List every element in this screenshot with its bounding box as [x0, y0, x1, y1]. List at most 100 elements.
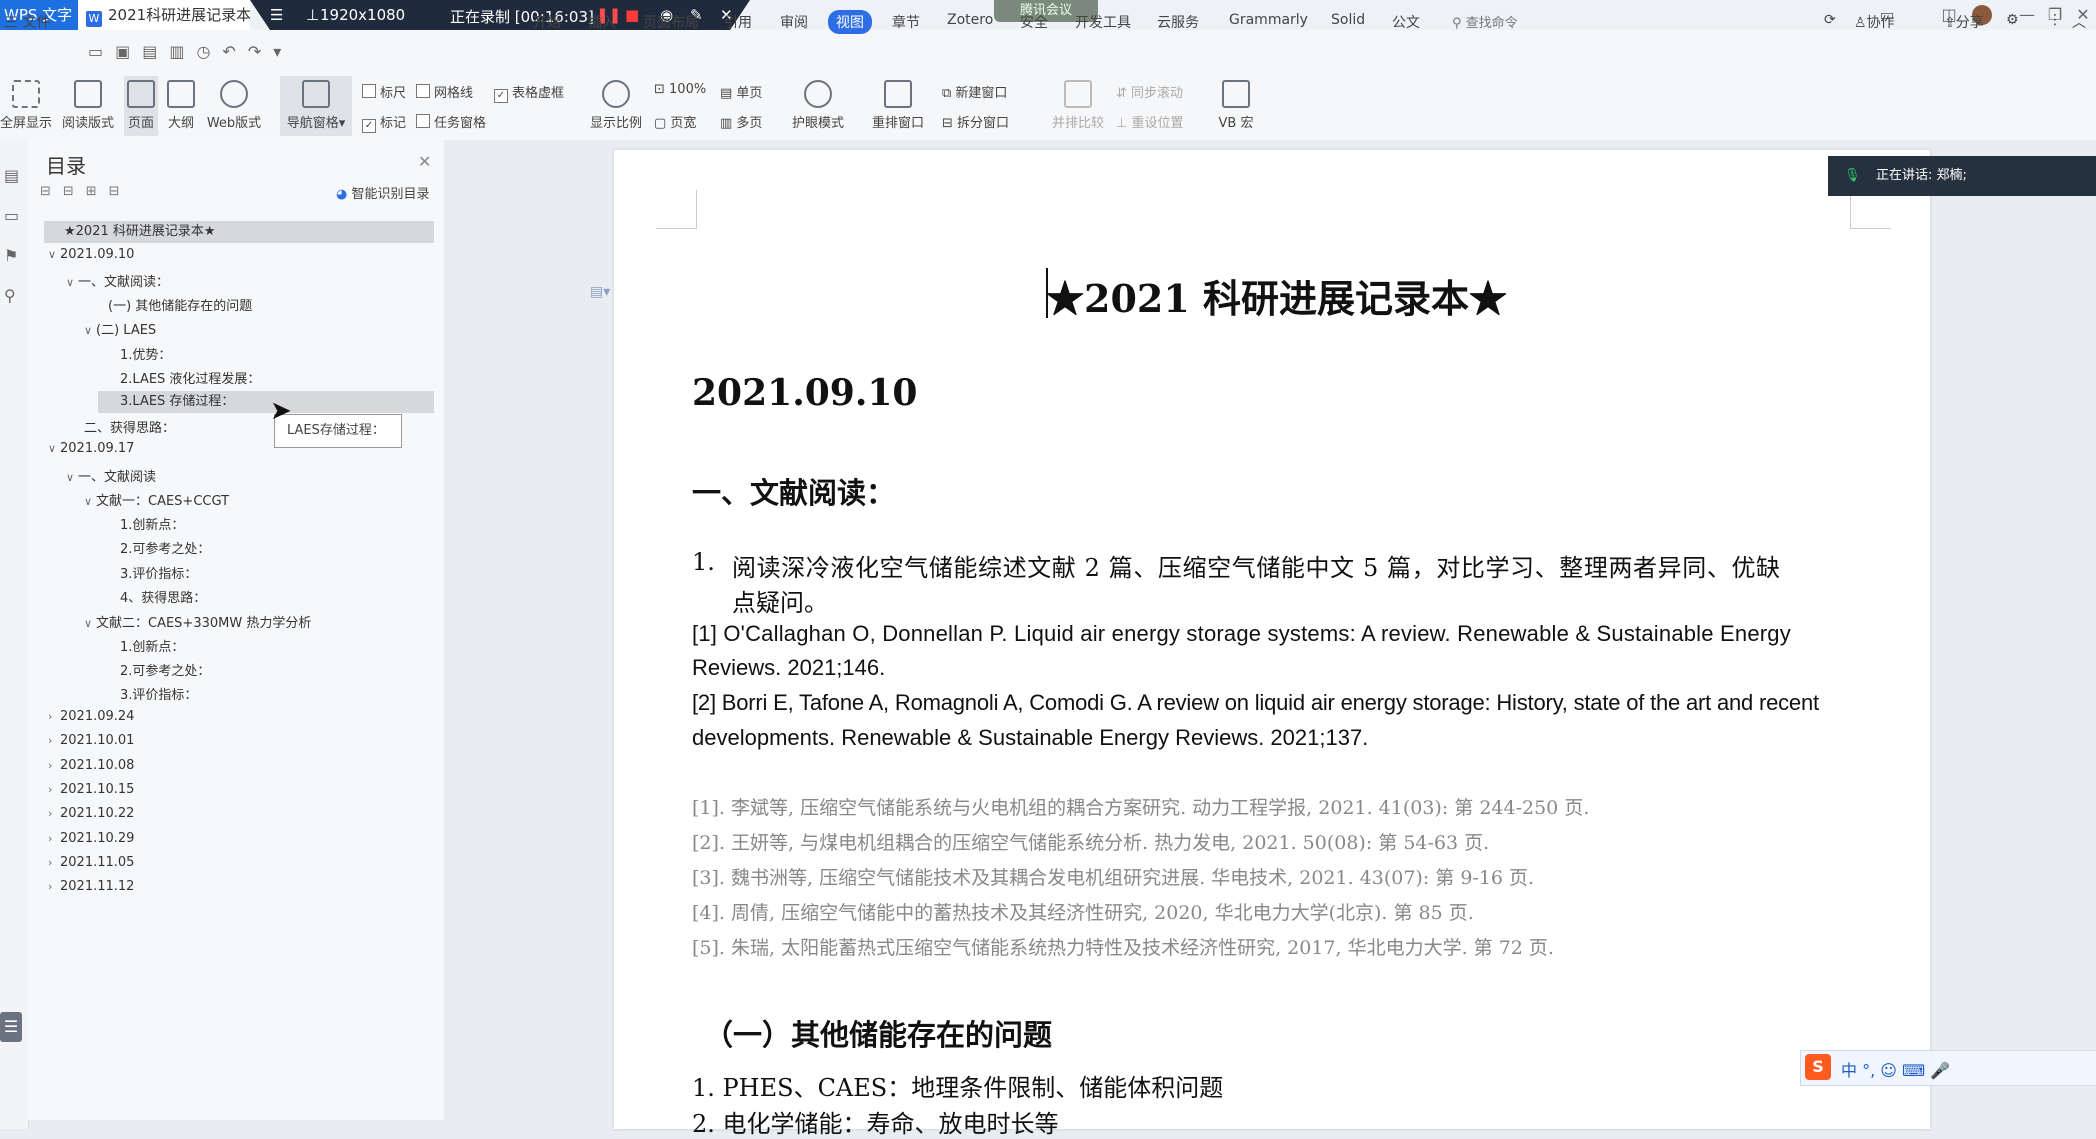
fullscreen-button[interactable]: 全屏显示 — [0, 80, 52, 131]
tab-cloud[interactable]: 云服务 — [1157, 12, 1199, 32]
tab-official[interactable]: 公文 — [1392, 12, 1420, 32]
mark-checkbox[interactable]: ✓ 标记 — [362, 112, 406, 133]
tab-reference[interactable]: 引用 — [724, 12, 752, 32]
caret-right-icon[interactable]: › — [48, 832, 60, 845]
caret-down-icon[interactable]: ∨ — [48, 248, 60, 261]
caret-right-icon[interactable]: › — [48, 759, 60, 772]
side-by-side-button[interactable]: 并排比较 — [1050, 80, 1106, 131]
toc-item-1022[interactable]: › 2021.10.22 — [48, 806, 134, 821]
toc-level-controls[interactable]: ⊟⊟⊞⊟ — [40, 184, 132, 199]
grid-checkbox[interactable]: 网格线 — [416, 82, 473, 101]
tab-home[interactable]: 开始 — [533, 12, 561, 32]
rearrange-windows-button[interactable]: 重排窗口 — [866, 80, 930, 131]
multi-page-button[interactable]: ▥ 多页 — [720, 112, 762, 131]
caret-down-icon[interactable]: ∨ — [84, 495, 96, 508]
reset-position-button[interactable]: ⊥ 重设位置 — [1116, 112, 1183, 131]
web-layout-button[interactable]: Web版式 — [204, 80, 264, 131]
toc-item-reference[interactable]: 2.可参考之处： — [120, 538, 210, 557]
tab-view[interactable]: 视图 — [828, 10, 872, 34]
pin-icon[interactable]: ⊥ — [306, 6, 319, 24]
toc-item-paper1[interactable]: ∨ 文献一：CAES+CCGT — [84, 490, 229, 509]
chapter-icon[interactable]: ▭ — [4, 196, 19, 236]
more-icon[interactable]: ⋮ — [2048, 12, 2062, 28]
caret-right-icon[interactable]: › — [48, 710, 60, 723]
settings-icon[interactable]: ⚙ — [2006, 12, 2019, 28]
toc-item-lit-reading[interactable]: ∨ 一、文献阅读： — [66, 271, 169, 290]
caret-down-icon[interactable]: ∨ — [84, 324, 96, 337]
toc-item-1112[interactable]: › 2021.11.12 — [48, 879, 134, 894]
tab-page-layout[interactable]: 页面布局 — [643, 12, 699, 32]
zoom-100-button[interactable]: ⊡ 100% — [654, 82, 706, 97]
ruler-checkbox[interactable]: 标尺 — [362, 82, 406, 101]
toc-item-0924[interactable]: › 2021.09.24 — [48, 709, 134, 724]
menu-icon[interactable]: ☰ — [270, 6, 283, 24]
toc-item-other-storage[interactable]: (一) 其他储能存在的问题 — [108, 295, 252, 314]
caret-down-icon[interactable]: ∨ — [48, 442, 60, 455]
page-width-button[interactable]: ▢ 页宽 — [654, 112, 696, 131]
tab-review[interactable]: 审阅 — [780, 12, 808, 32]
outline-button[interactable]: 大纲 — [164, 80, 198, 131]
sync-scroll-button[interactable]: ⇵ 同步滚动 — [1116, 82, 1183, 101]
toc-icon[interactable]: ▤ — [4, 156, 19, 196]
panel-menu-icon[interactable]: ☰ — [0, 1012, 22, 1042]
reading-mode-button[interactable]: 阅读版式 — [60, 80, 116, 131]
single-page-button[interactable]: ▤ 单页 — [720, 82, 762, 101]
table-frame-checkbox[interactable]: ✓ 表格虚框 — [494, 82, 564, 103]
toc-item-paper2[interactable]: ∨ 文献二：CAES+330MW 热力学分析 — [84, 612, 311, 631]
caret-right-icon[interactable]: › — [48, 783, 60, 796]
quick-access-icons[interactable]: ▭▣▤▥◷↶↷▾ — [88, 42, 293, 61]
left-strip-icons[interactable]: ▤ ▭ ⚑ ⚲ — [4, 156, 19, 316]
collapse-ribbon-icon[interactable]: ︿ — [2072, 12, 2086, 32]
zoom-button[interactable]: 显示比例 — [588, 80, 644, 131]
tab-developer[interactable]: 开发工具 — [1075, 12, 1131, 32]
toc-item-laes[interactable]: ∨ (二) LAES — [84, 319, 156, 338]
toc-item-storage-process[interactable]: 3.LAES 存储过程： — [98, 391, 434, 413]
caret-down-icon[interactable]: ∨ — [84, 617, 96, 630]
close-panel-icon[interactable]: ✕ — [418, 152, 431, 171]
toc-item-1029[interactable]: › 2021.10.29 — [48, 831, 134, 846]
sogou-icon[interactable]: S — [1805, 1054, 1831, 1080]
toc-item-0910[interactable]: ∨ 2021.09.10 — [48, 247, 134, 262]
toc-item-metrics-2[interactable]: 3.评价指标： — [120, 684, 197, 703]
toc-item-1105[interactable]: › 2021.11.05 — [48, 855, 134, 870]
toc-item-ideas-2[interactable]: 4、获得思路： — [120, 587, 206, 606]
ime-toolbar[interactable]: S 中 °, ☺ ⌨ 🎤 — [1800, 1050, 2096, 1086]
toc-item-lit-reading-2[interactable]: ∨ 一、文献阅读 — [66, 466, 156, 485]
tab-chapter[interactable]: 章节 — [892, 12, 920, 32]
tab-security[interactable]: 安全 — [1020, 12, 1048, 32]
new-window-button[interactable]: ⧉ 新建窗口 — [942, 82, 1007, 101]
caret-right-icon[interactable]: › — [48, 880, 60, 893]
tab-solid[interactable]: Solid — [1331, 12, 1365, 28]
page-view-button[interactable]: 页面 — [124, 76, 158, 136]
toc-item-title[interactable]: ★2021 科研进展记录本★ — [44, 221, 434, 243]
toc-item-0917[interactable]: ∨ 2021.09.17 — [48, 441, 134, 456]
caret-down-icon[interactable]: ∨ — [66, 276, 78, 289]
collab-button[interactable]: ♙协作 — [1854, 12, 1895, 32]
tab-insert[interactable]: 插入 — [588, 12, 616, 32]
task-pane-checkbox[interactable]: 任务窗格 — [416, 112, 486, 131]
stop-icon[interactable]: ■ — [625, 6, 639, 24]
caret-right-icon[interactable]: › — [48, 807, 60, 820]
vb-macro-button[interactable]: VB 宏 — [1208, 80, 1264, 131]
page-nav-icon[interactable]: ▤▾ — [590, 284, 610, 300]
toc-item-1001[interactable]: › 2021.10.01 — [48, 733, 134, 748]
caret-right-icon[interactable]: › — [48, 734, 60, 747]
eye-protection-button[interactable]: 护眼模式 — [790, 80, 846, 131]
tab-grammarly[interactable]: Grammarly — [1229, 12, 1308, 28]
search-command[interactable]: ⚲ 查找命令 — [1452, 12, 1518, 31]
toc-item-reference-2[interactable]: 2.可参考之处： — [120, 660, 210, 679]
smart-toc-button[interactable]: ◕ 智能识别目录 — [336, 183, 430, 202]
caret-right-icon[interactable]: › — [48, 856, 60, 869]
toc-item-1015[interactable]: › 2021.10.15 — [48, 782, 134, 797]
toc-item-innovation-2[interactable]: 1.创新点： — [120, 636, 184, 655]
minimize-icon[interactable]: — — [2016, 4, 2038, 26]
bookmark-icon[interactable]: ⚑ — [4, 236, 19, 276]
tab-zotero[interactable]: Zotero — [947, 12, 993, 28]
toc-item-innovation[interactable]: 1.创新点： — [120, 514, 184, 533]
nav-pane-button[interactable]: 导航窗格▾ — [280, 76, 352, 136]
sync-icon[interactable]: ⟳ — [1824, 12, 1836, 28]
toc-item-metrics[interactable]: 3.评价指标： — [120, 563, 197, 582]
toc-item-1008[interactable]: › 2021.10.08 — [48, 758, 134, 773]
toc-item-ideas[interactable]: 二、获得思路： — [84, 417, 175, 436]
document-tab[interactable]: W 2021科研进展记录本.docx — [78, 0, 250, 30]
